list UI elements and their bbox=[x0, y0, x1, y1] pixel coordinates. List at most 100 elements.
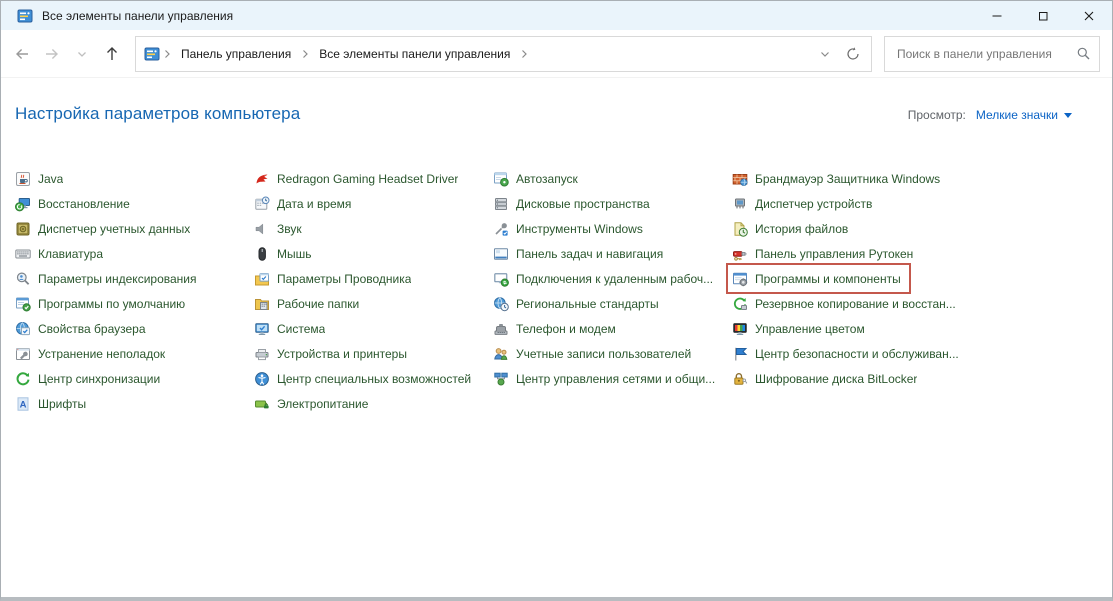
breadcrumb-chevron-icon bbox=[517, 49, 531, 59]
control-panel-item-redragon[interactable]: Redragon Gaming Headset Driver bbox=[254, 166, 462, 191]
svg-text:A: A bbox=[20, 399, 27, 410]
recent-locations-button[interactable] bbox=[67, 39, 97, 69]
indexing-options-icon bbox=[15, 271, 31, 287]
control-panel-item-keyboard[interactable]: Клавиатура bbox=[15, 241, 107, 266]
search-icon bbox=[1076, 46, 1091, 61]
item-label: Шрифты bbox=[38, 397, 86, 411]
item-label: Параметры Проводника bbox=[277, 272, 411, 286]
backup-restore-icon bbox=[732, 296, 748, 312]
item-label: Электропитание bbox=[277, 397, 368, 411]
control-panel-item-credential-manager[interactable]: Диспетчер учетных данных bbox=[15, 216, 194, 241]
control-panel-item-indexing-options[interactable]: Параметры индексирования bbox=[15, 266, 200, 291]
taskbar-navigation-icon bbox=[493, 246, 509, 262]
credential-manager-icon bbox=[15, 221, 31, 237]
item-label: Инструменты Windows bbox=[516, 222, 643, 236]
refresh-button[interactable] bbox=[839, 40, 867, 68]
control-panel-item-user-accounts[interactable]: Учетные записи пользователей bbox=[493, 341, 695, 366]
sound-icon bbox=[254, 221, 270, 237]
caret-down-icon bbox=[1064, 113, 1072, 118]
control-panel-item-power-options[interactable]: Электропитание bbox=[254, 391, 372, 416]
control-panel-item-windows-tools[interactable]: Инструменты Windows bbox=[493, 216, 647, 241]
items-grid: JavaВосстановлениеДиспетчер учетных данн… bbox=[1, 166, 1112, 416]
keyboard-icon bbox=[15, 246, 31, 262]
item-label: Панель управления Рутокен bbox=[755, 247, 913, 261]
control-panel-item-taskbar-navigation[interactable]: Панель задач и навигация bbox=[493, 241, 667, 266]
breadcrumb-item-all-items[interactable]: Все элементы панели управления bbox=[312, 47, 517, 61]
item-label: Панель задач и навигация bbox=[516, 247, 663, 261]
control-panel-item-default-programs[interactable]: Программы по умолчанию bbox=[15, 291, 189, 316]
control-panel-item-system[interactable]: Система bbox=[254, 316, 329, 341]
control-panel-item-bitlocker[interactable]: Шифрование диска BitLocker bbox=[732, 366, 921, 391]
maximize-button[interactable] bbox=[1020, 1, 1066, 30]
item-label: Программы и компоненты bbox=[755, 272, 901, 286]
address-bar[interactable]: Панель управления Все элементы панели уп… bbox=[135, 36, 872, 72]
view-by-dropdown[interactable]: Мелкие значки bbox=[976, 108, 1072, 122]
item-label: Устранение неполадок bbox=[38, 347, 165, 361]
control-panel-item-storage-spaces[interactable]: Дисковые пространства bbox=[493, 191, 654, 216]
minimize-icon bbox=[989, 8, 1005, 24]
device-manager-icon bbox=[732, 196, 748, 212]
control-panel-item-file-history[interactable]: История файлов bbox=[732, 216, 852, 241]
window-title: Все элементы панели управления bbox=[42, 9, 233, 23]
control-panel-item-ease-of-access[interactable]: Центр специальных возможностей bbox=[254, 366, 475, 391]
remote-desktop-icon bbox=[493, 271, 509, 287]
item-label: Мышь bbox=[277, 247, 312, 261]
control-panel-item-security-maintenance[interactable]: Центр безопасности и обслуживан... bbox=[732, 341, 963, 366]
forward-button[interactable] bbox=[37, 39, 67, 69]
control-panel-item-programs-features[interactable]: Программы и компоненты bbox=[729, 266, 908, 291]
bitlocker-icon bbox=[732, 371, 748, 387]
control-panel-item-autoplay[interactable]: Автозапуск bbox=[493, 166, 582, 191]
minimize-button[interactable] bbox=[974, 1, 1020, 30]
control-panel-item-backup-restore[interactable]: Резервное копирование и восстан... bbox=[732, 291, 960, 316]
control-panel-item-browser-properties[interactable]: Свойства браузера bbox=[15, 316, 150, 341]
breadcrumb-item-control-panel[interactable]: Панель управления bbox=[174, 47, 298, 61]
explorer-options-icon bbox=[254, 271, 270, 287]
up-button[interactable] bbox=[97, 39, 127, 69]
java-icon bbox=[15, 171, 31, 187]
chevron-down-icon bbox=[75, 47, 89, 61]
back-button[interactable] bbox=[7, 39, 37, 69]
item-label: Учетные записи пользователей bbox=[516, 347, 691, 361]
system-icon bbox=[254, 321, 270, 337]
control-panel-item-troubleshooting[interactable]: Устранение неполадок bbox=[15, 341, 169, 366]
caption-buttons bbox=[974, 1, 1112, 30]
control-panel-item-explorer-options[interactable]: Параметры Проводника bbox=[254, 266, 415, 291]
control-panel-item-mouse[interactable]: Мышь bbox=[254, 241, 316, 266]
control-panel-item-fonts[interactable]: A Шрифты bbox=[15, 391, 90, 416]
search-input[interactable] bbox=[895, 46, 1076, 62]
control-panel-item-network-sharing[interactable]: Центр управления сетями и общи... bbox=[493, 366, 719, 391]
recovery-icon bbox=[15, 196, 31, 212]
control-panel-item-sound[interactable]: Звук bbox=[254, 216, 306, 241]
item-label: Дисковые пространства bbox=[516, 197, 650, 211]
breadcrumb-chevron-icon bbox=[160, 49, 174, 59]
control-panel-item-date-time[interactable]: Дата и время bbox=[254, 191, 355, 216]
control-panel-item-firewall[interactable]: Брандмауэр Защитника Windows bbox=[732, 166, 944, 191]
item-label: Диспетчер устройств bbox=[755, 197, 872, 211]
page-title: Настройка параметров компьютера bbox=[15, 104, 300, 124]
item-label: Клавиатура bbox=[38, 247, 103, 261]
date-time-icon bbox=[254, 196, 270, 212]
control-panel-item-recovery[interactable]: Восстановление bbox=[15, 191, 134, 216]
storage-spaces-icon bbox=[493, 196, 509, 212]
control-panel-item-region[interactable]: Региональные стандарты bbox=[493, 291, 663, 316]
control-panel-item-color-management[interactable]: Управление цветом bbox=[732, 316, 869, 341]
file-history-icon bbox=[732, 221, 748, 237]
windows-tools-icon bbox=[493, 221, 509, 237]
control-panel-item-device-manager[interactable]: Диспетчер устройств bbox=[732, 191, 876, 216]
control-panel-item-work-folders[interactable]: Рабочие папки bbox=[254, 291, 363, 316]
refresh-icon bbox=[845, 46, 861, 62]
address-dropdown-button[interactable] bbox=[811, 40, 839, 68]
network-sharing-icon bbox=[493, 371, 509, 387]
control-panel-item-remote-desktop[interactable]: Подключения к удаленным рабоч... bbox=[493, 266, 717, 291]
control-panel-item-phone-modem[interactable]: Телефон и модем bbox=[493, 316, 620, 341]
close-button[interactable] bbox=[1066, 1, 1112, 30]
control-panel-item-devices-printers[interactable]: Устройства и принтеры bbox=[254, 341, 411, 366]
items-column: JavaВосстановлениеДиспетчер учетных данн… bbox=[15, 166, 254, 416]
control-panel-item-rutoken[interactable]: Панель управления Рутокен bbox=[732, 241, 917, 266]
devices-printers-icon bbox=[254, 346, 270, 362]
control-panel-item-sync-center[interactable]: Центр синхронизации bbox=[15, 366, 164, 391]
user-accounts-icon bbox=[493, 346, 509, 362]
item-label: Центр специальных возможностей bbox=[277, 372, 471, 386]
control-panel-item-java[interactable]: Java bbox=[15, 166, 67, 191]
toolbar: Панель управления Все элементы панели уп… bbox=[1, 30, 1112, 78]
